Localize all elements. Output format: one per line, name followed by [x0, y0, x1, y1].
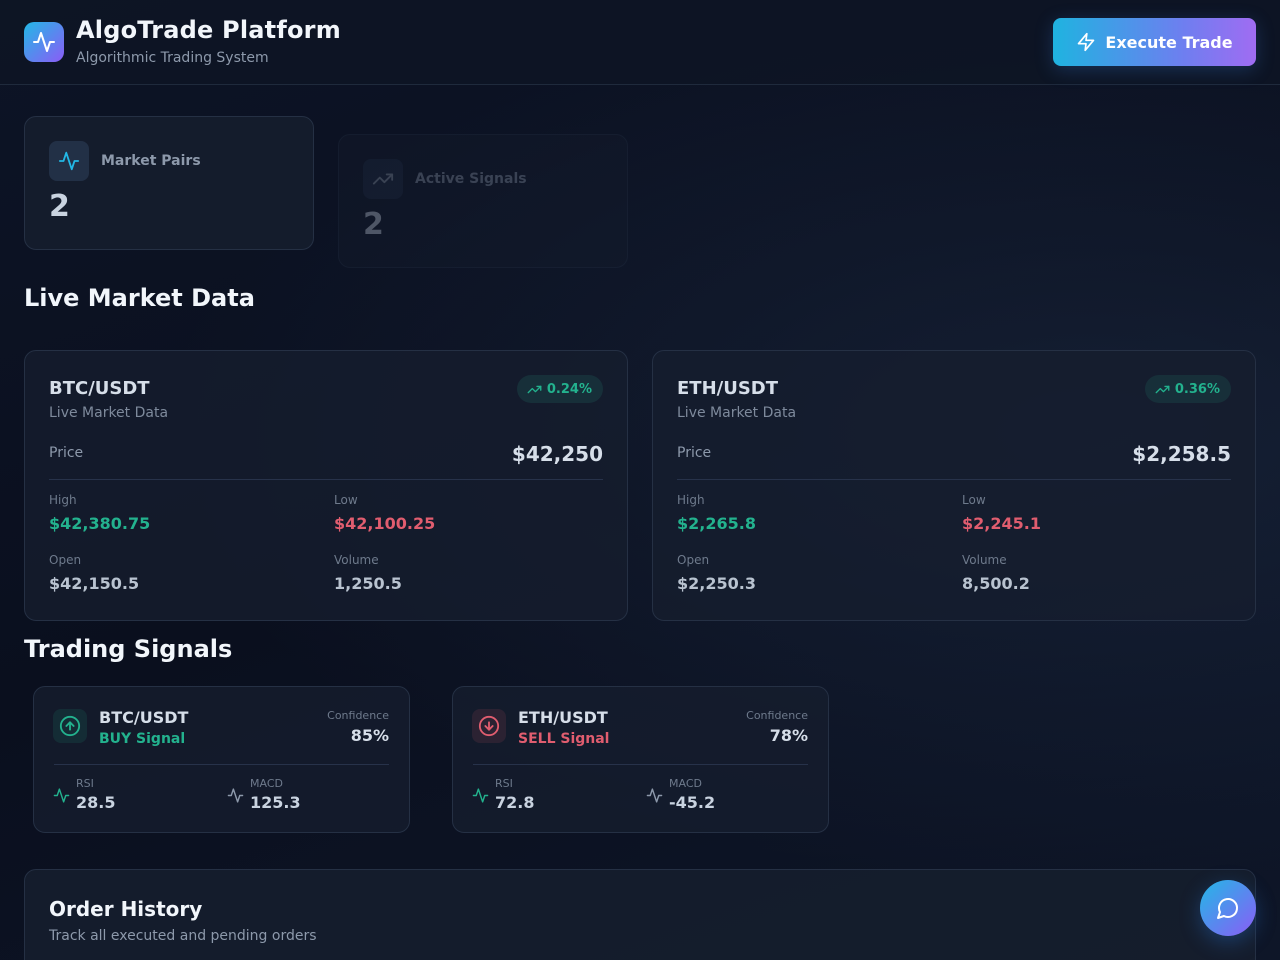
low-value: $2,245.1	[962, 514, 1041, 533]
low-label: Low	[334, 493, 358, 507]
stat-value: 2	[363, 207, 384, 242]
activity-icon	[58, 151, 80, 171]
market-section-title: Live Market Data	[24, 284, 255, 312]
volume-value: 8,500.2	[962, 574, 1030, 593]
volume-value: 1,250.5	[334, 574, 402, 593]
confidence-value: 85%	[350, 726, 389, 745]
signal-card-btc[interactable]: BTC/USDT BUY Signal Confidence 85% RSI 2…	[33, 686, 410, 833]
confidence-value: 78%	[769, 726, 808, 745]
signal-icon-box	[472, 709, 506, 743]
divider	[677, 479, 1231, 480]
stat-icon-box	[49, 141, 89, 181]
low-value: $42,100.25	[334, 514, 436, 533]
rsi-label: RSI	[495, 777, 513, 790]
change-value: 0.24%	[546, 381, 592, 397]
trending-up-icon	[1155, 385, 1170, 393]
order-history-title: Order History	[49, 897, 203, 921]
open-value: $2,250.3	[677, 574, 756, 593]
market-card-btc: BTC/USDT Live Market Data 0.24% Price $4…	[24, 350, 628, 621]
divider	[473, 764, 808, 765]
stat-label: Active Signals	[415, 171, 527, 187]
volume-label: Volume	[334, 553, 379, 567]
price-label: Price	[677, 445, 712, 461]
message-circle-icon	[1217, 898, 1238, 919]
market-pair: ETH/USDT	[677, 378, 779, 399]
volume-label: Volume	[962, 553, 1007, 567]
macd-label: MACD	[250, 777, 283, 790]
market-subtitle: Live Market Data	[49, 405, 169, 421]
activity-icon	[53, 788, 70, 803]
execute-trade-button[interactable]: Execute Trade	[1053, 18, 1256, 66]
high-label: High	[677, 493, 705, 507]
execute-trade-label: Execute Trade	[1105, 32, 1233, 52]
signals-section-title: Trading Signals	[24, 635, 233, 663]
order-history-card: Order History Track all executed and pen…	[24, 869, 1256, 960]
rsi-value: 72.8	[495, 793, 535, 812]
activity-icon	[472, 788, 489, 803]
high-value: $2,265.8	[677, 514, 756, 533]
signal-icon-box	[53, 709, 87, 743]
activity-icon	[646, 788, 663, 803]
signal-pair: ETH/USDT	[518, 708, 608, 727]
trending-up-icon	[372, 173, 394, 185]
signal-type: BUY Signal	[99, 731, 186, 747]
market-pair: BTC/USDT	[49, 378, 150, 399]
stat-label: Market Pairs	[101, 153, 201, 169]
arrow-up-circle-icon	[59, 715, 81, 737]
stat-card-active-signals: Active Signals 2	[338, 134, 628, 268]
open-label: Open	[677, 553, 710, 567]
arrow-down-circle-icon	[478, 715, 500, 737]
rsi-label: RSI	[76, 777, 94, 790]
price-value: $2,258.5	[1132, 442, 1231, 466]
stat-icon-box	[363, 159, 403, 199]
signal-pair: BTC/USDT	[99, 708, 189, 727]
high-label: High	[49, 493, 77, 507]
app-subtitle: Algorithmic Trading System	[76, 50, 269, 66]
low-label: Low	[962, 493, 986, 507]
app-title: AlgoTrade Platform	[76, 16, 341, 44]
chat-button[interactable]	[1200, 880, 1256, 936]
open-value: $42,150.5	[49, 574, 140, 593]
order-history-subtitle: Track all executed and pending orders	[49, 928, 317, 944]
confidence-label: Confidence	[746, 709, 808, 722]
divider	[49, 479, 603, 480]
activity-icon	[33, 32, 55, 52]
trending-up-icon	[527, 385, 542, 393]
change-badge: 0.24%	[516, 375, 603, 403]
rsi-value: 28.5	[76, 793, 116, 812]
zap-icon	[1078, 32, 1095, 52]
macd-value: -45.2	[669, 793, 716, 812]
price-value: $42,250	[511, 442, 603, 466]
signal-type: SELL Signal	[518, 731, 610, 747]
open-label: Open	[49, 553, 82, 567]
change-badge: 0.36%	[1144, 375, 1231, 403]
app-header: AlgoTrade Platform Algorithmic Trading S…	[0, 0, 1280, 85]
macd-label: MACD	[669, 777, 702, 790]
macd-value: 125.3	[250, 793, 301, 812]
market-subtitle: Live Market Data	[677, 405, 797, 421]
high-value: $42,380.75	[49, 514, 151, 533]
price-label: Price	[49, 445, 84, 461]
divider	[54, 764, 389, 765]
confidence-label: Confidence	[327, 709, 389, 722]
signal-card-eth[interactable]: ETH/USDT SELL Signal Confidence 78% RSI …	[452, 686, 829, 833]
market-card-eth: ETH/USDT Live Market Data 0.36% Price $2…	[652, 350, 1256, 621]
stat-card-market-pairs: Market Pairs 2	[24, 116, 314, 250]
change-value: 0.36%	[1174, 381, 1220, 397]
app-logo	[24, 22, 64, 62]
activity-icon	[227, 788, 244, 803]
stat-value: 2	[49, 189, 70, 224]
